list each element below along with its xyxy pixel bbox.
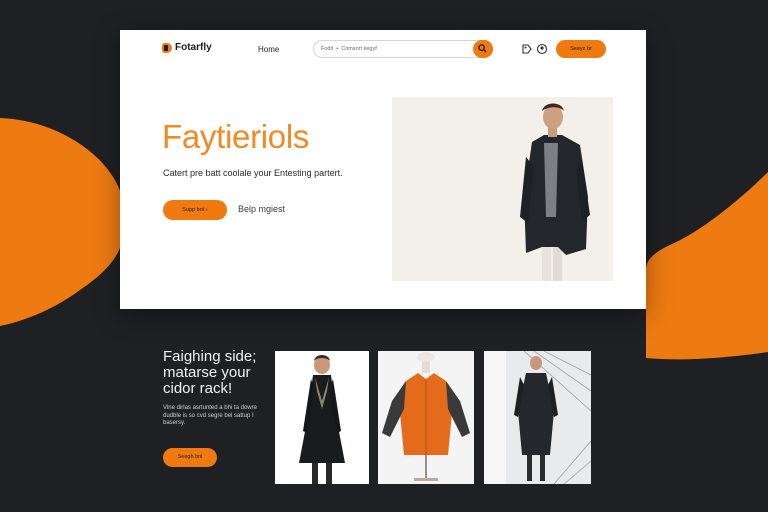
brand-logo[interactable]: Fotarfly [162, 42, 212, 53]
search-button[interactable] [473, 40, 493, 58]
hero-title: Faytieriols [162, 118, 310, 155]
header-cta-button[interactable]: Seeyz br [556, 40, 606, 58]
hero-secondary-link[interactable]: Belp mgiest [238, 204, 285, 214]
user-icon[interactable] [536, 43, 548, 55]
brand-name: Fotarfly [175, 42, 212, 53]
section-cta-button[interactable]: Seegh bnl [163, 448, 217, 467]
hero-subtitle: Catert pre batt coolale your Entesting p… [163, 168, 343, 178]
section-title: Faighing side; matarse your cidor rack! [163, 348, 257, 397]
product-card-coat-look[interactable] [484, 351, 591, 484]
nav-home-link[interactable]: Home [258, 45, 279, 54]
search-icon [478, 44, 487, 53]
brand-logo-icon [162, 42, 172, 53]
product-card-vest[interactable] [378, 351, 474, 484]
search-bar [313, 40, 493, 58]
tag-icon[interactable] [521, 43, 533, 55]
hero-card: Fotarfly Home Seeyz br Faytieriols Cater… [120, 30, 646, 309]
section-description: Vine dirlas asrtunted a bhi ta dowre dud… [163, 405, 257, 426]
search-input[interactable] [321, 43, 471, 55]
hero-primary-button[interactable]: Supp bnt › [163, 200, 227, 220]
top-navbar: Fotarfly Home Seeyz br [120, 30, 646, 70]
product-card-dress[interactable] [275, 351, 369, 484]
hero-model-photo [392, 97, 613, 281]
